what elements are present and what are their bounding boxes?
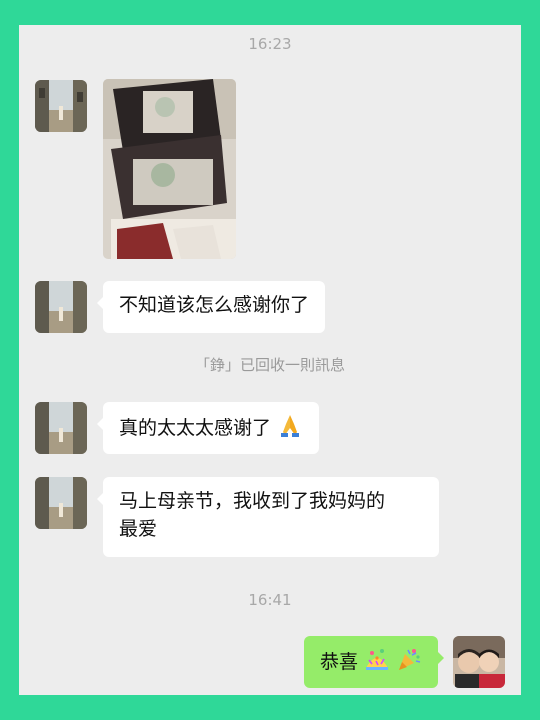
message-text: 恭喜 (320, 651, 359, 673)
message-text: 真的太太太感谢了 (119, 417, 272, 439)
outgoing-message-bubble[interactable]: 恭喜 (304, 636, 445, 688)
folded-hands-icon (277, 412, 303, 446)
message-text: 不知道该怎么感谢你了 (119, 294, 310, 316)
message-bubble[interactable]: 不知道该怎么感谢你了 (96, 281, 326, 333)
contact-avatar[interactable] (35, 477, 87, 529)
message-bubble[interactable]: 马上母亲节，我收到了我妈妈的 最爱 (97, 477, 439, 557)
my-avatar[interactable] (453, 636, 505, 688)
message-text-line: 最爱 (119, 518, 158, 540)
message-text-line: 马上母亲节，我收到了我妈妈的 (119, 490, 386, 512)
shared-photo[interactable] (103, 79, 236, 259)
chat-screen: 16:23 不知道该怎么感谢你了 「錚」已回收一則訊息 真的太太太感谢了 马上母… (19, 25, 521, 695)
contact-avatar[interactable] (35, 281, 87, 333)
contact-avatar[interactable] (35, 402, 87, 454)
contact-avatar[interactable] (35, 80, 87, 132)
timestamp: 16:23 (248, 35, 292, 53)
message-bubble[interactable]: 真的太太太感谢了 (96, 402, 320, 454)
party-popper-icon (396, 646, 422, 680)
recalled-message-notice: 「錚」已回收一則訊息 (194, 356, 345, 374)
timestamp: 16:41 (248, 591, 292, 609)
confetti-ball-icon (364, 646, 390, 680)
